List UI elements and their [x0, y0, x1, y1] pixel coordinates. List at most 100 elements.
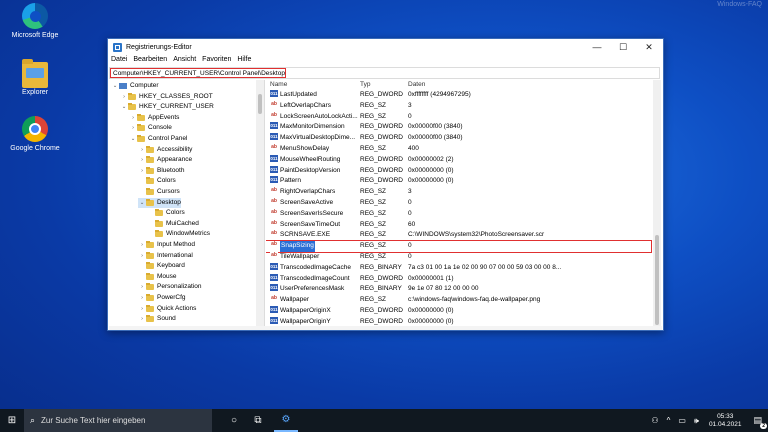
column-header-name[interactable]: Name	[270, 80, 287, 90]
chevron-right-icon[interactable]: ›	[120, 92, 128, 102]
tree-item[interactable]: › Appearance	[138, 155, 192, 165]
cortana-button[interactable]: ○	[222, 409, 246, 432]
chevron-right-icon[interactable]: ›	[138, 166, 146, 176]
string-value-icon: ab	[270, 219, 278, 227]
value-row[interactable]: ab LockScreenAutoLockActi... REG_SZ 0	[266, 111, 651, 123]
value-row[interactable]: ab TileWallpaper REG_SZ 0	[266, 252, 651, 263]
column-header-type[interactable]: Typ	[360, 80, 370, 90]
column-header-data[interactable]: Daten	[408, 80, 425, 90]
tree-scroll-thumb[interactable]	[258, 94, 262, 114]
value-list[interactable]: Name Typ Daten 011 LastUpdated REG_DWORD 0x…	[266, 80, 661, 328]
value-row[interactable]: ab SnapSizing REG_SZ 0	[266, 240, 652, 253]
value-row[interactable]: ab ScreenSaverIsSecure REG_SZ 0	[266, 208, 651, 220]
volume-icon[interactable]: 🕪	[694, 416, 699, 426]
tree-item[interactable]: › PowerCfg	[138, 293, 186, 303]
people-icon[interactable]: ⚇	[651, 416, 658, 425]
chevron-right-icon[interactable]: ›	[138, 251, 146, 261]
chevron-right-icon[interactable]: ›	[138, 314, 146, 324]
tree-item[interactable]: ⌄ Control Panel	[129, 134, 187, 144]
value-row[interactable]: 011 Pattern REG_DWORD 0x00000000 (0)	[266, 176, 651, 187]
value-row[interactable]: 011 PaintDesktopVersion REG_DWORD 0x0000000…	[266, 165, 651, 177]
value-row[interactable]: 011 TranscodedImageCount REG_DWORD 0x000000…	[266, 273, 651, 285]
folder-icon	[146, 198, 154, 206]
chevron-down-icon[interactable]: ⌄	[111, 81, 119, 91]
menu-hilfe[interactable]: Hilfe	[237, 56, 251, 66]
chevron-right-icon[interactable]: ›	[129, 113, 137, 123]
chevron-right-icon[interactable]: ›	[138, 282, 146, 292]
chevron-right-icon[interactable]: ›	[138, 145, 146, 155]
value-row[interactable]: 011 MaxMonitorDimension REG_DWORD 0x00000f0…	[266, 122, 651, 133]
start-button[interactable]: ⊞	[0, 409, 24, 432]
desktop-icon-edge[interactable]: Microsoft Edge	[3, 3, 67, 39]
tree-item[interactable]: › Accessibility	[138, 145, 192, 155]
network-icon[interactable]: ▭	[678, 416, 686, 425]
maximize-button[interactable]: ☐	[611, 39, 635, 55]
value-row[interactable]: ab ScreenSaveTimeOut REG_SZ 60	[266, 219, 651, 231]
taskbar-regedit[interactable]: ⚙	[274, 409, 298, 432]
chevron-down-icon[interactable]: ⌄	[120, 102, 128, 112]
desktop-icon-explorer[interactable]: Explorer	[3, 59, 67, 96]
binary-value-icon: 011	[270, 165, 278, 173]
value-row[interactable]: 011 LastUpdated REG_DWORD 0xffffffff (42949…	[266, 90, 651, 101]
chevron-right-icon[interactable]: ›	[138, 293, 146, 303]
menu-datei[interactable]: Datei	[111, 56, 127, 66]
chevron-down-icon[interactable]: ⌄	[138, 198, 146, 208]
tree-item[interactable]: › Input Method	[138, 240, 195, 250]
tree-item[interactable]: › Console	[129, 123, 172, 133]
chevron-right-icon[interactable]: ›	[129, 123, 137, 133]
tree-item[interactable]: Cursors	[138, 187, 180, 197]
chevron-right-icon[interactable]: ›	[138, 155, 146, 165]
value-row[interactable]: ab ScreenSaveActive REG_SZ 0	[266, 198, 651, 209]
key-tree[interactable]: ⌄ Computer › HKEY_CLASSES_ROOT ⌄ HKEY_CURRENT…	[109, 80, 265, 328]
address-bar[interactable]: Computer\HKEY_CURRENT_USER\Control Panel…	[110, 68, 286, 78]
tree-item[interactable]: Colors	[147, 208, 185, 218]
title-bar[interactable]: Registrierungs-Editor — ☐ ✕	[108, 39, 663, 55]
tree-item[interactable]: › International	[138, 251, 193, 261]
chevron-down-icon[interactable]: ⌄	[129, 134, 137, 144]
tree-item-label: Sound	[157, 315, 176, 323]
chevron-right-icon[interactable]: ›	[138, 240, 146, 250]
tree-item[interactable]: ⌄ HKEY_CURRENT_USER	[120, 102, 214, 112]
value-row[interactable]: 011 MaxVirtualDesktopDime... REG_DWORD 0x00…	[266, 133, 651, 144]
value-row[interactable]: ab MenuShowDelay REG_SZ 400	[266, 144, 651, 155]
tree-item[interactable]: › AppEvents	[129, 113, 179, 123]
value-data: 0	[408, 242, 412, 250]
minimize-button[interactable]: —	[585, 39, 609, 55]
notification-center-button[interactable]: ▤ 2	[753, 415, 767, 429]
value-row[interactable]: 011 UserPreferencesMask REG_BINARY 9e 1e 07…	[266, 284, 651, 295]
tree-item[interactable]: › Bluetooth	[138, 166, 184, 176]
folder-icon	[137, 113, 145, 121]
desktop-icon-chrome[interactable]: Google Chrome	[3, 116, 67, 152]
close-button[interactable]: ✕	[637, 39, 661, 55]
tree-item[interactable]: MuiCached	[147, 219, 199, 229]
value-row[interactable]: 011 WallpaperOriginX REG_DWORD 0x00000000 (…	[266, 306, 651, 317]
tree-item[interactable]: Colors	[138, 176, 176, 186]
menu-bearbeiten[interactable]: Bearbeiten	[133, 56, 167, 66]
clock[interactable]: 05:33 01.04.2021	[709, 413, 742, 429]
value-row[interactable]: 011 TranscodedImageCache REG_BINARY 7a c3 0…	[266, 262, 651, 274]
value-row[interactable]: ab RightOverlapChars REG_SZ 3	[266, 187, 651, 198]
value-row[interactable]: 011 MouseWheelRouting REG_DWORD 0x00000002 …	[266, 154, 651, 166]
list-scroll-thumb[interactable]	[655, 235, 659, 325]
value-row[interactable]: ab LeftOverlapChars REG_SZ 3	[266, 100, 651, 112]
tree-item[interactable]: › Sound	[138, 314, 176, 324]
menu-favoriten[interactable]: Favoriten	[202, 56, 231, 66]
tree-scrollbar[interactable]	[256, 80, 264, 328]
tree-item[interactable]: Mouse	[138, 272, 177, 282]
task-view-button[interactable]: ⧉	[246, 409, 270, 432]
menu-ansicht[interactable]: Ansicht	[173, 56, 196, 66]
tree-item[interactable]: › Quick Actions	[138, 304, 196, 314]
taskbar-search[interactable]: ⌕ Zur Suche Text hier eingeben	[24, 409, 212, 432]
list-scrollbar[interactable]	[653, 80, 661, 328]
tree-item[interactable]: › HKEY_CLASSES_ROOT	[120, 92, 213, 102]
tree-item[interactable]: Keyboard	[138, 261, 185, 271]
value-row[interactable]: ab SCRNSAVE.EXE REG_SZ C:\WINDOWS\system32\…	[266, 230, 651, 241]
tree-item[interactable]: WindowMetrics	[147, 229, 210, 239]
chevron-right-icon[interactable]: ›	[138, 304, 146, 314]
value-row[interactable]: ab Wallpaper REG_SZ c:\windows-faq\windows-…	[266, 295, 651, 306]
chevron-up-icon[interactable]: ^	[667, 416, 671, 425]
tree-item[interactable]: › Personalization	[138, 282, 201, 292]
tree-item[interactable]: ⌄ Desktop	[138, 197, 181, 208]
folder-icon	[146, 304, 154, 312]
tree-item[interactable]: ⌄ Computer	[111, 81, 159, 91]
